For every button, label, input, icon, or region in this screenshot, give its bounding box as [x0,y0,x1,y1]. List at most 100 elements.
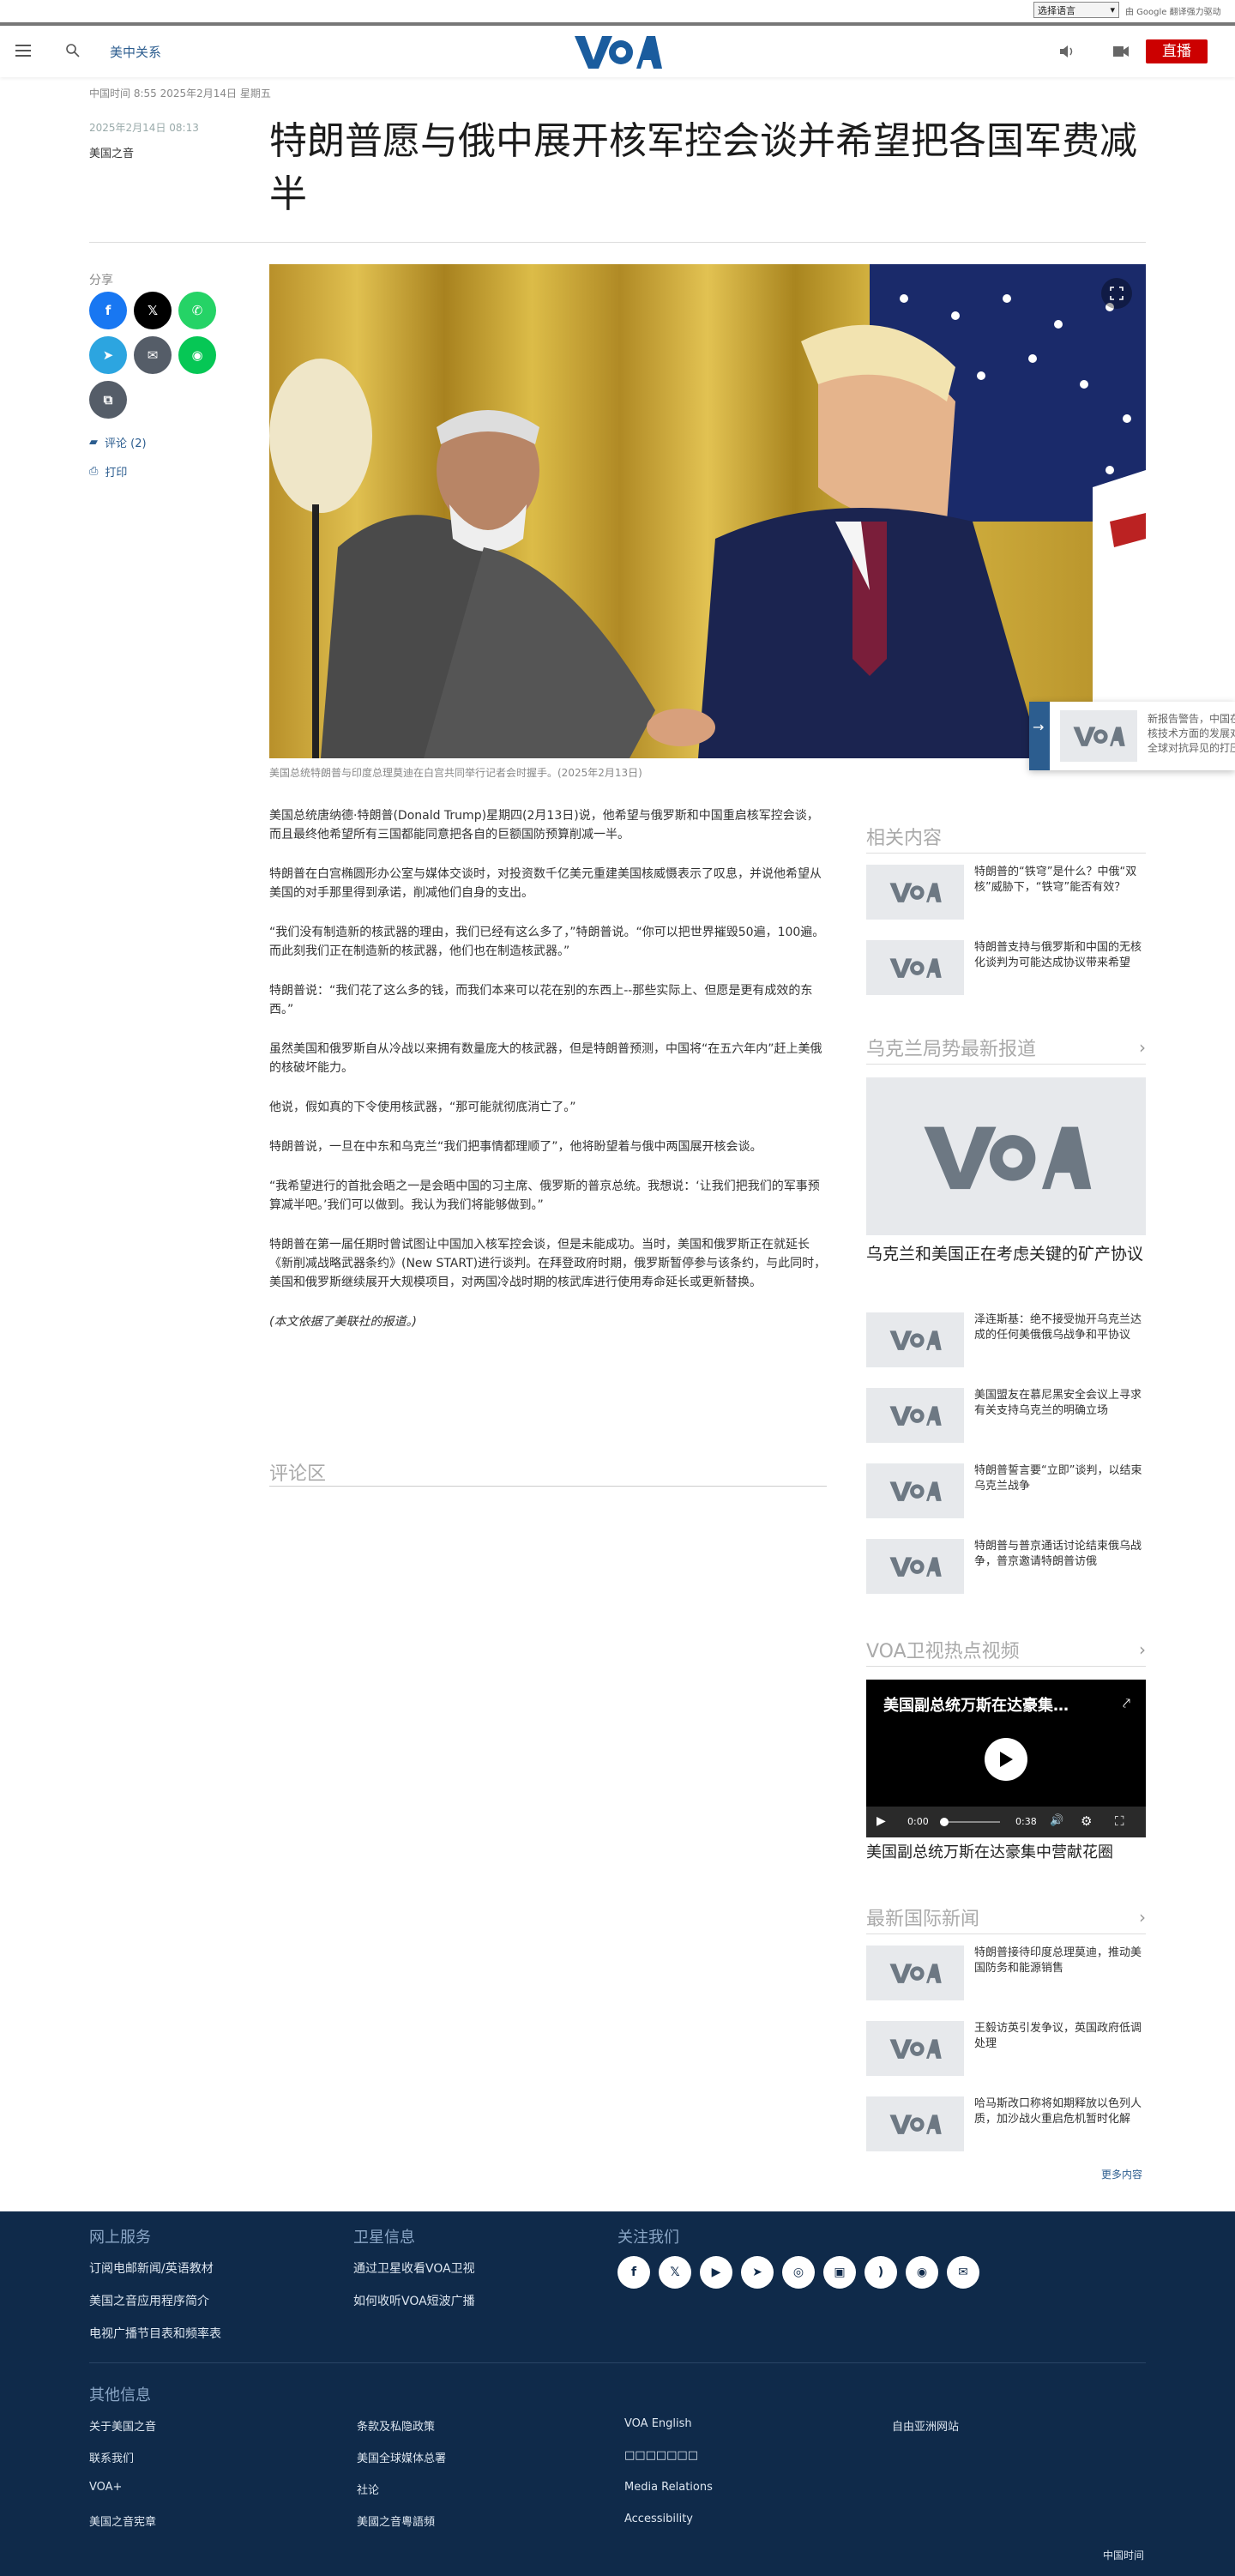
footer-link[interactable]: 美国之音应用程序简介 [89,2292,209,2309]
footer-satellite-title: 卫星信息 [353,2229,415,2247]
menu-icon[interactable] [15,45,31,57]
video-player[interactable]: 美国副总统万斯在达豪集… ⤤ ▶ 0:00 0:38 🔊 ⚙ ⛶ [866,1680,1146,1837]
thumbnail [866,1539,964,1594]
voa-logo [889,958,942,978]
image-caption: 美国总统特朗普与印度总理莫迪在白宫共同举行记者会时握手。(2025年2月13日) [269,767,642,779]
volume-icon[interactable]: 🔊 [1050,1814,1063,1827]
line-share-button[interactable]: ◉ [178,336,216,374]
share-label: 分享 [89,274,113,287]
footer-link[interactable]: 如何收听VOA短波广播 [353,2292,475,2309]
comments-link[interactable]: ▰ 评论 (2) [89,434,147,450]
print-link[interactable]: ⎙ 打印 [89,463,127,480]
progress-handle[interactable] [940,1818,949,1826]
arrow-right-icon: → [1033,719,1045,735]
rss-icon[interactable]: ) [864,2256,897,2289]
list-item[interactable]: 特朗普支持与俄罗斯和中国的无核化谈判为可能达成协议带来希望 [866,940,1146,995]
section-link[interactable]: 美中关系 [110,43,161,61]
footer-link[interactable]: 社论 [357,2481,379,2497]
footer-link[interactable]: VOA+ [89,2481,122,2494]
copy-link-button[interactable]: ⧉ [89,381,127,419]
ukraine-title-text: 乌克兰局势最新报道 [866,1039,1037,1060]
hero-photo [269,264,1146,758]
list-item[interactable]: 美国盟友在慕尼黑安全会议上寻求有关支持乌克兰的明确立场 [866,1388,1146,1443]
video-caption[interactable]: 美国副总统万斯在达豪集中营献花圈 [866,1841,1146,1865]
divider [866,1064,1146,1065]
play-button[interactable] [985,1738,1027,1781]
article-body: 美国总统唐纳德·特朗普(Donald Trump)星期四(2月13日)说，他希望… [269,806,827,1352]
more-link[interactable]: 更多内容 [1101,2167,1142,2181]
settings-gear-icon[interactable]: ⚙ [1081,1813,1092,1829]
footer-link[interactable]: 订阅电邮新闻/英语教材 [89,2259,214,2277]
fullscreen-icon[interactable]: ⛶ [1115,1813,1124,1829]
paragraph: 特朗普在白宫椭圆形办公室与媒体交谈时，对投资数千亿美元重建美国核威慑表示了叹息，… [269,867,822,900]
instagram-icon[interactable]: ◎ [782,2256,815,2289]
footer-link[interactable]: 自由亚洲网站 [892,2417,959,2434]
footer-link[interactable]: Accessibility [624,2513,693,2525]
x-share-button[interactable]: 𝕏 [134,292,172,329]
facebook-icon[interactable]: f [618,2256,650,2289]
time-total: 0:38 [1015,1816,1037,1827]
list-item-title: 王毅访英引发争议，英国政府低调处理 [974,2022,1142,2050]
thumbnail [866,1946,964,2000]
facebook-share-button[interactable]: f [89,292,127,329]
google-translate-credit: 由 Google 翻译强力驱动 [1125,8,1221,17]
voa-logo [889,1330,942,1350]
footer-link[interactable]: 美國之音粵語頻 [357,2513,435,2529]
progress-bar[interactable] [940,1818,1000,1826]
chevron-right-icon: › [1139,1907,1146,1927]
voa-logo [889,1964,942,1983]
email-share-button[interactable]: ✉ [134,336,172,374]
play-icon [1000,1752,1013,1767]
list-item[interactable]: 泽连斯基：绝不接受抛开乌克兰达成的任何美俄俄乌战争和平协议 [866,1312,1146,1367]
paragraph: 特朗普在第一届任期时曾试图让中国加入核军控会谈，但是未能成功。当时，美国和俄罗斯… [269,1238,827,1289]
hero-image [269,264,1146,758]
ukraine-title[interactable]: 乌克兰局势最新报道 › [866,1035,1146,1060]
search-icon[interactable] [65,43,81,58]
related-popup[interactable]: → 新报告警告，中国在核技术方面的发展对全球对抗异见的打压 [1029,702,1235,770]
video-camera-icon[interactable] [1113,45,1129,57]
thumbnail [866,1463,964,1518]
list-item[interactable]: 特朗普的“铁穹”是什么？中俄“双核”威胁下，“铁穹”能否有效？ [866,865,1146,920]
video-title: 美国副总统万斯在达豪集… [883,1697,1069,1715]
list-item-title: 特朗普接待印度总理莫迪，推动美国防务和能源销售 [974,1946,1142,1975]
live-button[interactable]: 直播 [1146,39,1208,63]
app-icon[interactable]: ▣ [823,2256,856,2289]
share-icon[interactable]: ⤤ [1123,1695,1130,1712]
list-item[interactable]: 哈马斯改口称将如期释放以色列人质，加沙战火重启危机暂时化解 [866,2096,1146,2151]
thumbnail [866,1388,964,1443]
list-item[interactable]: 王毅访英引发争议，英国政府低调处理 [866,2021,1146,2076]
footer-link[interactable]: 关于美国之音 [89,2417,156,2434]
footer-link[interactable]: 电视广播节目表和频率表 [89,2325,221,2342]
list-item[interactable]: 特朗普誓言要“立即”谈判，以结束乌克兰战争 [866,1463,1146,1518]
feature-thumbnail[interactable] [866,1077,1146,1235]
footer-link[interactable]: 美国之音宪章 [89,2513,156,2529]
footer-link[interactable]: □□□□□□□ [624,2449,698,2462]
paragraph: 特朗普说，一旦在中东和乌克兰“我们把事情都理顺了”，他将盼望着与俄中两国展开核会… [269,1140,762,1154]
language-select[interactable]: 选择语言 ▾ [1033,2,1119,18]
footer-link[interactable]: 美国全球媒体总署 [357,2449,446,2465]
telegram-share-button[interactable]: ➤ [89,336,127,374]
x-icon[interactable]: 𝕏 [659,2256,691,2289]
youtube-icon[interactable]: ▶ [700,2256,732,2289]
telegram-icon[interactable]: ➤ [741,2256,774,2289]
footer-link[interactable]: 联系我们 [89,2449,134,2465]
list-item[interactable]: 特朗普接待印度总理莫迪，推动美国防务和能源销售 [866,1946,1146,2000]
speaker-icon[interactable] [1058,44,1075,59]
podcast-icon[interactable]: ◉ [906,2256,938,2289]
footer-link[interactable]: Media Relations [624,2481,713,2494]
voa-logo[interactable] [573,33,662,70]
play-icon[interactable]: ▶ [877,1814,886,1828]
list-item-title: 特朗普誓言要“立即”谈判，以结束乌克兰战争 [974,1464,1142,1493]
feature-title[interactable]: 乌克兰和美国正在考虑关键的矿产协议 [866,1242,1146,1266]
intl-title[interactable]: 最新国际新闻 › [866,1904,1146,1930]
whatsapp-share-button[interactable]: ✆ [178,292,216,329]
footer-link[interactable]: 通过卫星收看VOA卫视 [353,2259,475,2277]
chevron-right-icon: › [1139,1639,1146,1660]
thumbnail [866,2096,964,2151]
footer-link[interactable]: 条款及私隐政策 [357,2417,435,2434]
email-icon[interactable]: ✉ [947,2256,979,2289]
footer-link[interactable]: VOA English [624,2417,692,2430]
list-item[interactable]: 特朗普与普京通话讨论结束俄乌战争，普京邀请特朗普访俄 [866,1539,1146,1594]
expand-icon[interactable] [1101,278,1132,309]
video-section-title[interactable]: VOA卫视热点视频 › [866,1637,1146,1662]
